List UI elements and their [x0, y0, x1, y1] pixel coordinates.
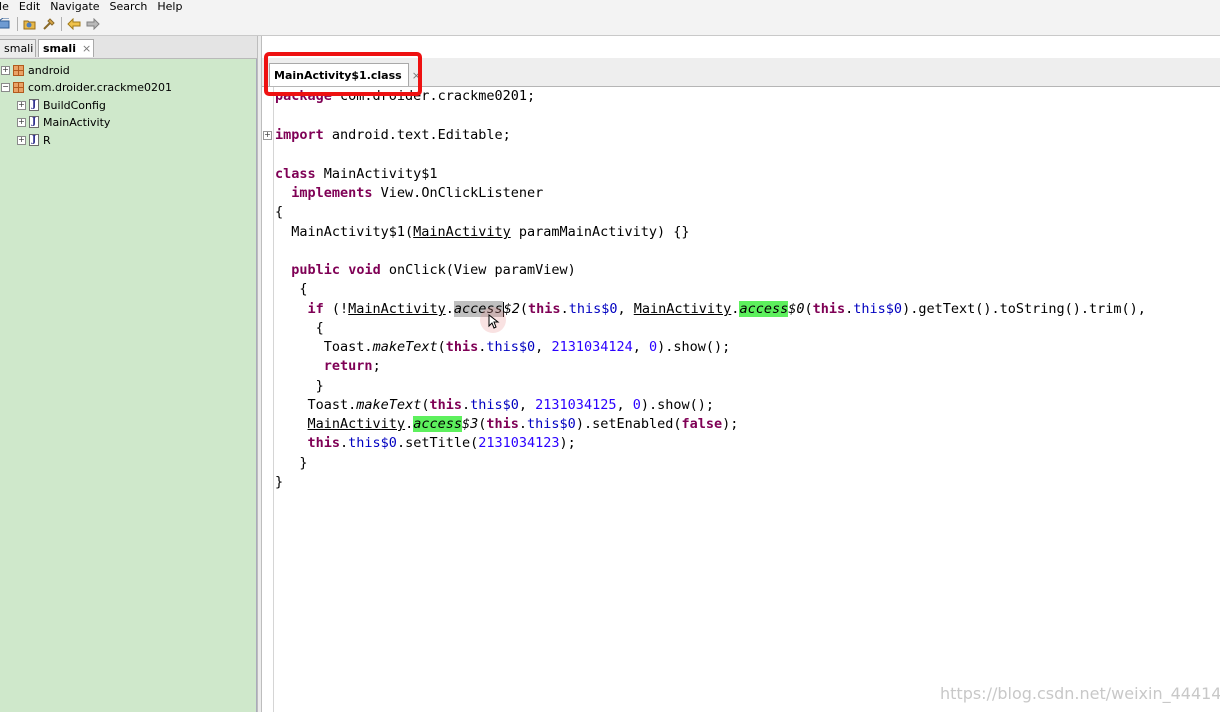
code-line: {	[275, 204, 284, 220]
code-line: implements View.OnClickListener	[291, 185, 544, 201]
code-line: class MainActivity$1	[275, 166, 438, 182]
expand-icon[interactable]: +	[17, 100, 26, 110]
tree-item-mainactivity[interactable]: + J MainActivity	[17, 114, 110, 130]
forward-arrow-icon[interactable]	[86, 17, 100, 31]
folder-open-icon[interactable]	[23, 17, 37, 31]
back-arrow-icon[interactable]	[67, 17, 81, 31]
code-editor[interactable]: package com.droider.crackme0201; import …	[275, 87, 1220, 712]
menu-edit[interactable]: Edit	[19, 1, 40, 12]
fold-expand-icon[interactable]: +	[263, 131, 272, 140]
code-line: return;	[323, 358, 381, 374]
code-line: this.this$0.setTitle(2131034123);	[307, 435, 576, 451]
tab-label: smali	[43, 42, 76, 55]
package-icon	[13, 81, 24, 93]
tree-item-label: com.droider.crackme0201	[28, 80, 173, 94]
toolbar-separator	[17, 17, 18, 31]
tool-icon[interactable]	[42, 17, 56, 31]
collapse-icon[interactable]: −	[1, 82, 10, 92]
code-line: import android.text.Editable;	[275, 127, 511, 143]
class-icon: J	[29, 134, 39, 146]
watermark: https://blog.csdn.net/weixin_44414845	[940, 684, 1220, 703]
expand-icon[interactable]: +	[17, 117, 26, 127]
tree-item-label: MainActivity	[43, 115, 111, 129]
code-line: }	[275, 378, 324, 394]
menu-bar: ile Edit Navigate Search Help	[0, 0, 1220, 13]
code-line: MainActivity$1(MainActivity paramMainAct…	[275, 224, 690, 240]
code-line: }	[275, 455, 308, 471]
expand-icon[interactable]: +	[1, 65, 10, 75]
mouse-cursor-icon	[488, 314, 500, 329]
code-line: }	[275, 474, 284, 490]
tab-smali-2[interactable]: smali ×	[38, 39, 94, 57]
editor-gutter	[262, 87, 274, 712]
menu-file[interactable]: ile	[0, 1, 9, 12]
code-line: {	[275, 320, 324, 336]
code-line: Toast.makeText(this.this$0, 2131034124, …	[323, 339, 731, 355]
tree-item-label: BuildConfig	[43, 98, 106, 112]
annotation-highlight-box	[264, 52, 422, 96]
tree-item-r[interactable]: + J R	[17, 132, 51, 148]
tree-item-android[interactable]: + android	[1, 62, 70, 78]
class-icon: J	[29, 116, 39, 128]
expand-icon[interactable]: +	[17, 135, 26, 145]
left-tab-strip: smali smali ×	[0, 36, 258, 59]
tree-item-buildconfig[interactable]: + J BuildConfig	[17, 97, 106, 113]
package-tree: + android − com.droider.crackme0201 + J …	[0, 59, 257, 712]
menu-search[interactable]: Search	[110, 1, 148, 12]
tree-item-com-droider-crackme0201[interactable]: − com.droider.crackme0201	[1, 79, 172, 95]
code-line: Toast.makeText(this.this$0, 2131034125, …	[307, 397, 715, 413]
tab-smali-1[interactable]: smali	[0, 39, 36, 57]
menu-help[interactable]: Help	[157, 1, 182, 12]
code-line: {	[275, 281, 308, 297]
tab-label: smali	[4, 42, 34, 55]
menu-navigate[interactable]: Navigate	[50, 1, 99, 12]
open-icon[interactable]	[0, 17, 12, 31]
code-line: MainActivity.access$3(this.this$0).setEn…	[307, 416, 739, 432]
close-icon[interactable]: ×	[82, 42, 91, 55]
code-line: if (!MainActivity.access$2(this.this$0, …	[307, 301, 1146, 317]
class-icon: J	[29, 99, 39, 111]
tree-item-label: R	[43, 133, 51, 147]
package-icon	[13, 64, 24, 76]
toolbar-separator	[61, 17, 62, 31]
tree-item-label: android	[28, 63, 70, 77]
code-line: public void onClick(View paramView)	[291, 262, 576, 278]
toolbar	[0, 13, 1220, 36]
